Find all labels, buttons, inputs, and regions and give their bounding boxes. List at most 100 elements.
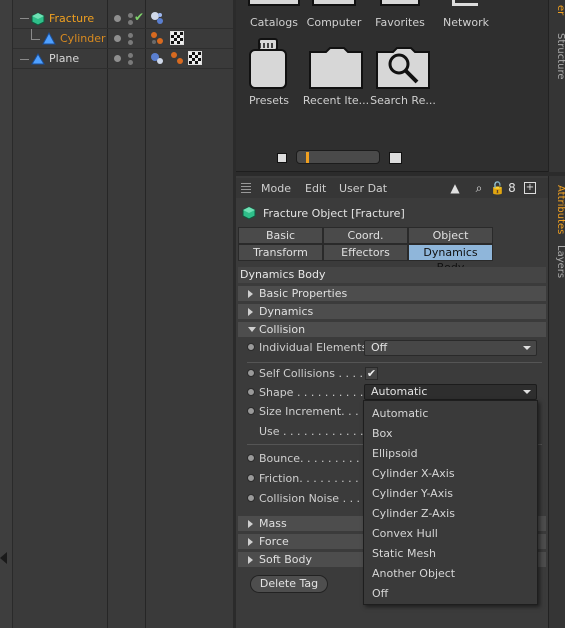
shape-option-automatic[interactable]: Automatic xyxy=(372,407,428,420)
collider-body-tag-icon[interactable] xyxy=(150,51,164,65)
object-row-plane[interactable]: Plane xyxy=(13,49,233,69)
animation-radio[interactable] xyxy=(247,474,255,482)
column-divider xyxy=(107,0,108,628)
object-name-cylinder[interactable]: Cylinder xyxy=(60,32,106,45)
object-name-plane[interactable]: Plane xyxy=(49,52,79,65)
attribute-menubar: Mode Edit User Dat ▲ ⌕ 🔓 8 + xyxy=(236,178,548,198)
catalogs-icon xyxy=(248,0,300,6)
editor-visibility-dot[interactable] xyxy=(114,35,121,42)
prop-label: Shape . . . . . . . . . . xyxy=(259,386,364,399)
slider-handle[interactable] xyxy=(306,152,309,163)
browser-item-label: Computer xyxy=(306,16,362,29)
render-visibility-dot[interactable] xyxy=(128,40,133,45)
browser-item-favorites[interactable]: Favorites xyxy=(364,0,436,34)
shape-option-static-mesh[interactable]: Static Mesh xyxy=(372,547,436,560)
object-row-fracture[interactable]: Fracture ✔ xyxy=(13,9,233,29)
link-icon[interactable]: 8 xyxy=(506,182,518,194)
collapse-arrow-icon[interactable] xyxy=(0,552,7,564)
phong-tag-icon[interactable] xyxy=(150,31,164,45)
chevron-down-icon xyxy=(523,390,531,394)
delete-tag-button[interactable]: Delete Tag xyxy=(250,575,328,593)
new-manager-icon[interactable]: + xyxy=(524,182,536,194)
expand-arrow-icon xyxy=(248,290,253,298)
dynamics-body-tag-icon[interactable] xyxy=(150,11,164,25)
group-dynamics[interactable]: Dynamics xyxy=(238,304,546,319)
render-visibility-dot[interactable] xyxy=(128,33,133,38)
prop-label: Collision Noise . . . xyxy=(259,492,361,505)
side-tab-layers[interactable]: Layers xyxy=(549,242,565,282)
tab-coord[interactable]: Coord. xyxy=(323,227,408,244)
animation-radio[interactable] xyxy=(247,388,255,396)
group-label: Basic Properties xyxy=(259,287,348,300)
individual-elements-dropdown[interactable]: Off xyxy=(364,340,537,356)
menu-user-data[interactable]: User Dat xyxy=(339,182,387,195)
browser-item-network[interactable]: Network xyxy=(430,0,502,34)
tab-dynamics-body[interactable]: Dynamics Body xyxy=(408,244,493,274)
object-name-fracture[interactable]: Fracture xyxy=(49,12,94,25)
browser-item-label: Recent Ite... xyxy=(302,94,370,107)
render-visibility-dot[interactable] xyxy=(128,13,133,18)
pointer-arrow-icon[interactable]: ▲ xyxy=(449,182,461,194)
editor-visibility-dot[interactable] xyxy=(114,15,121,22)
network-icon xyxy=(452,0,478,6)
animation-radio[interactable] xyxy=(247,494,255,502)
grip-icon[interactable] xyxy=(241,183,251,193)
tab-object[interactable]: Object xyxy=(408,227,493,244)
icon-size-slider[interactable] xyxy=(296,150,380,164)
fracture-object-icon xyxy=(242,206,256,220)
object-row-cylinder[interactable]: Cylinder xyxy=(13,29,233,49)
animation-radio[interactable] xyxy=(247,369,255,377)
lock-icon[interactable]: 🔓 xyxy=(490,182,505,194)
browser-item-label: Network xyxy=(443,16,489,29)
search-icon[interactable]: ⌕ xyxy=(473,182,485,194)
browser-item-presets[interactable]: Presets xyxy=(233,38,305,112)
shape-option-box[interactable]: Box xyxy=(372,427,392,440)
material-tag-icon[interactable] xyxy=(170,31,184,45)
prop-label: Use . . . . . . . . . . . . xyxy=(259,425,364,438)
shape-option-off[interactable]: Off xyxy=(372,587,388,600)
render-visibility-dot[interactable] xyxy=(128,20,133,25)
animation-radio[interactable] xyxy=(247,454,255,462)
enabled-check-icon[interactable]: ✔ xyxy=(134,10,144,24)
material-tag-icon[interactable] xyxy=(188,51,202,65)
group-label: Soft Body xyxy=(259,553,312,566)
render-visibility-dot[interactable] xyxy=(128,53,133,58)
shape-option-cylinder-z[interactable]: Cylinder Z-Axis xyxy=(372,507,455,520)
phong-tag-icon[interactable] xyxy=(170,51,184,65)
editor-visibility-dot[interactable] xyxy=(114,55,121,62)
group-basic-properties[interactable]: Basic Properties xyxy=(238,286,546,301)
shape-option-cylinder-y[interactable]: Cylinder Y-Axis xyxy=(372,487,453,500)
side-tab-structure[interactable]: Structure xyxy=(549,28,565,84)
small-view-icon[interactable] xyxy=(277,153,287,163)
animation-radio[interactable] xyxy=(247,407,255,415)
search-folder-icon xyxy=(376,47,430,89)
shape-option-cylinder-x[interactable]: Cylinder X-Axis xyxy=(372,467,455,480)
prop-individual-elements: Individual Elements Off xyxy=(236,339,548,357)
shape-option-ellipsoid[interactable]: Ellipsoid xyxy=(372,447,418,460)
tree-line xyxy=(20,59,29,60)
browser-item-computer[interactable]: Computer xyxy=(298,0,370,34)
prop-label: Self Collisions . . . . xyxy=(259,367,363,380)
side-tab-browser[interactable]: er xyxy=(549,0,565,20)
object-title: Fracture Object [Fracture] xyxy=(263,207,405,220)
cylinder-primitive-icon xyxy=(42,32,56,45)
browser-item-recent[interactable]: Recent Ite... xyxy=(300,38,372,112)
animation-radio[interactable] xyxy=(247,343,255,351)
group-collision[interactable]: Collision xyxy=(238,322,546,337)
tab-transform[interactable]: Transform xyxy=(238,244,323,261)
side-tab-attributes[interactable]: Attributes xyxy=(549,180,565,240)
menu-edit[interactable]: Edit xyxy=(305,182,326,195)
tab-basic[interactable]: Basic xyxy=(238,227,323,244)
tab-effectors[interactable]: Effectors xyxy=(323,244,408,261)
shape-dropdown[interactable]: Automatic xyxy=(364,384,537,400)
large-view-icon[interactable] xyxy=(389,152,402,164)
browser-item-label: Favorites xyxy=(375,16,425,29)
self-collisions-checkbox[interactable]: ✔ xyxy=(365,367,378,380)
shape-option-convex-hull[interactable]: Convex Hull xyxy=(372,527,438,540)
menu-mode[interactable]: Mode xyxy=(261,182,291,195)
divider xyxy=(247,362,542,363)
shape-option-another-object[interactable]: Another Object xyxy=(372,567,455,580)
side-tab-strip-top: er Structure xyxy=(548,0,565,172)
browser-item-search-results[interactable]: Search Re... xyxy=(367,38,439,112)
render-visibility-dot[interactable] xyxy=(128,60,133,65)
